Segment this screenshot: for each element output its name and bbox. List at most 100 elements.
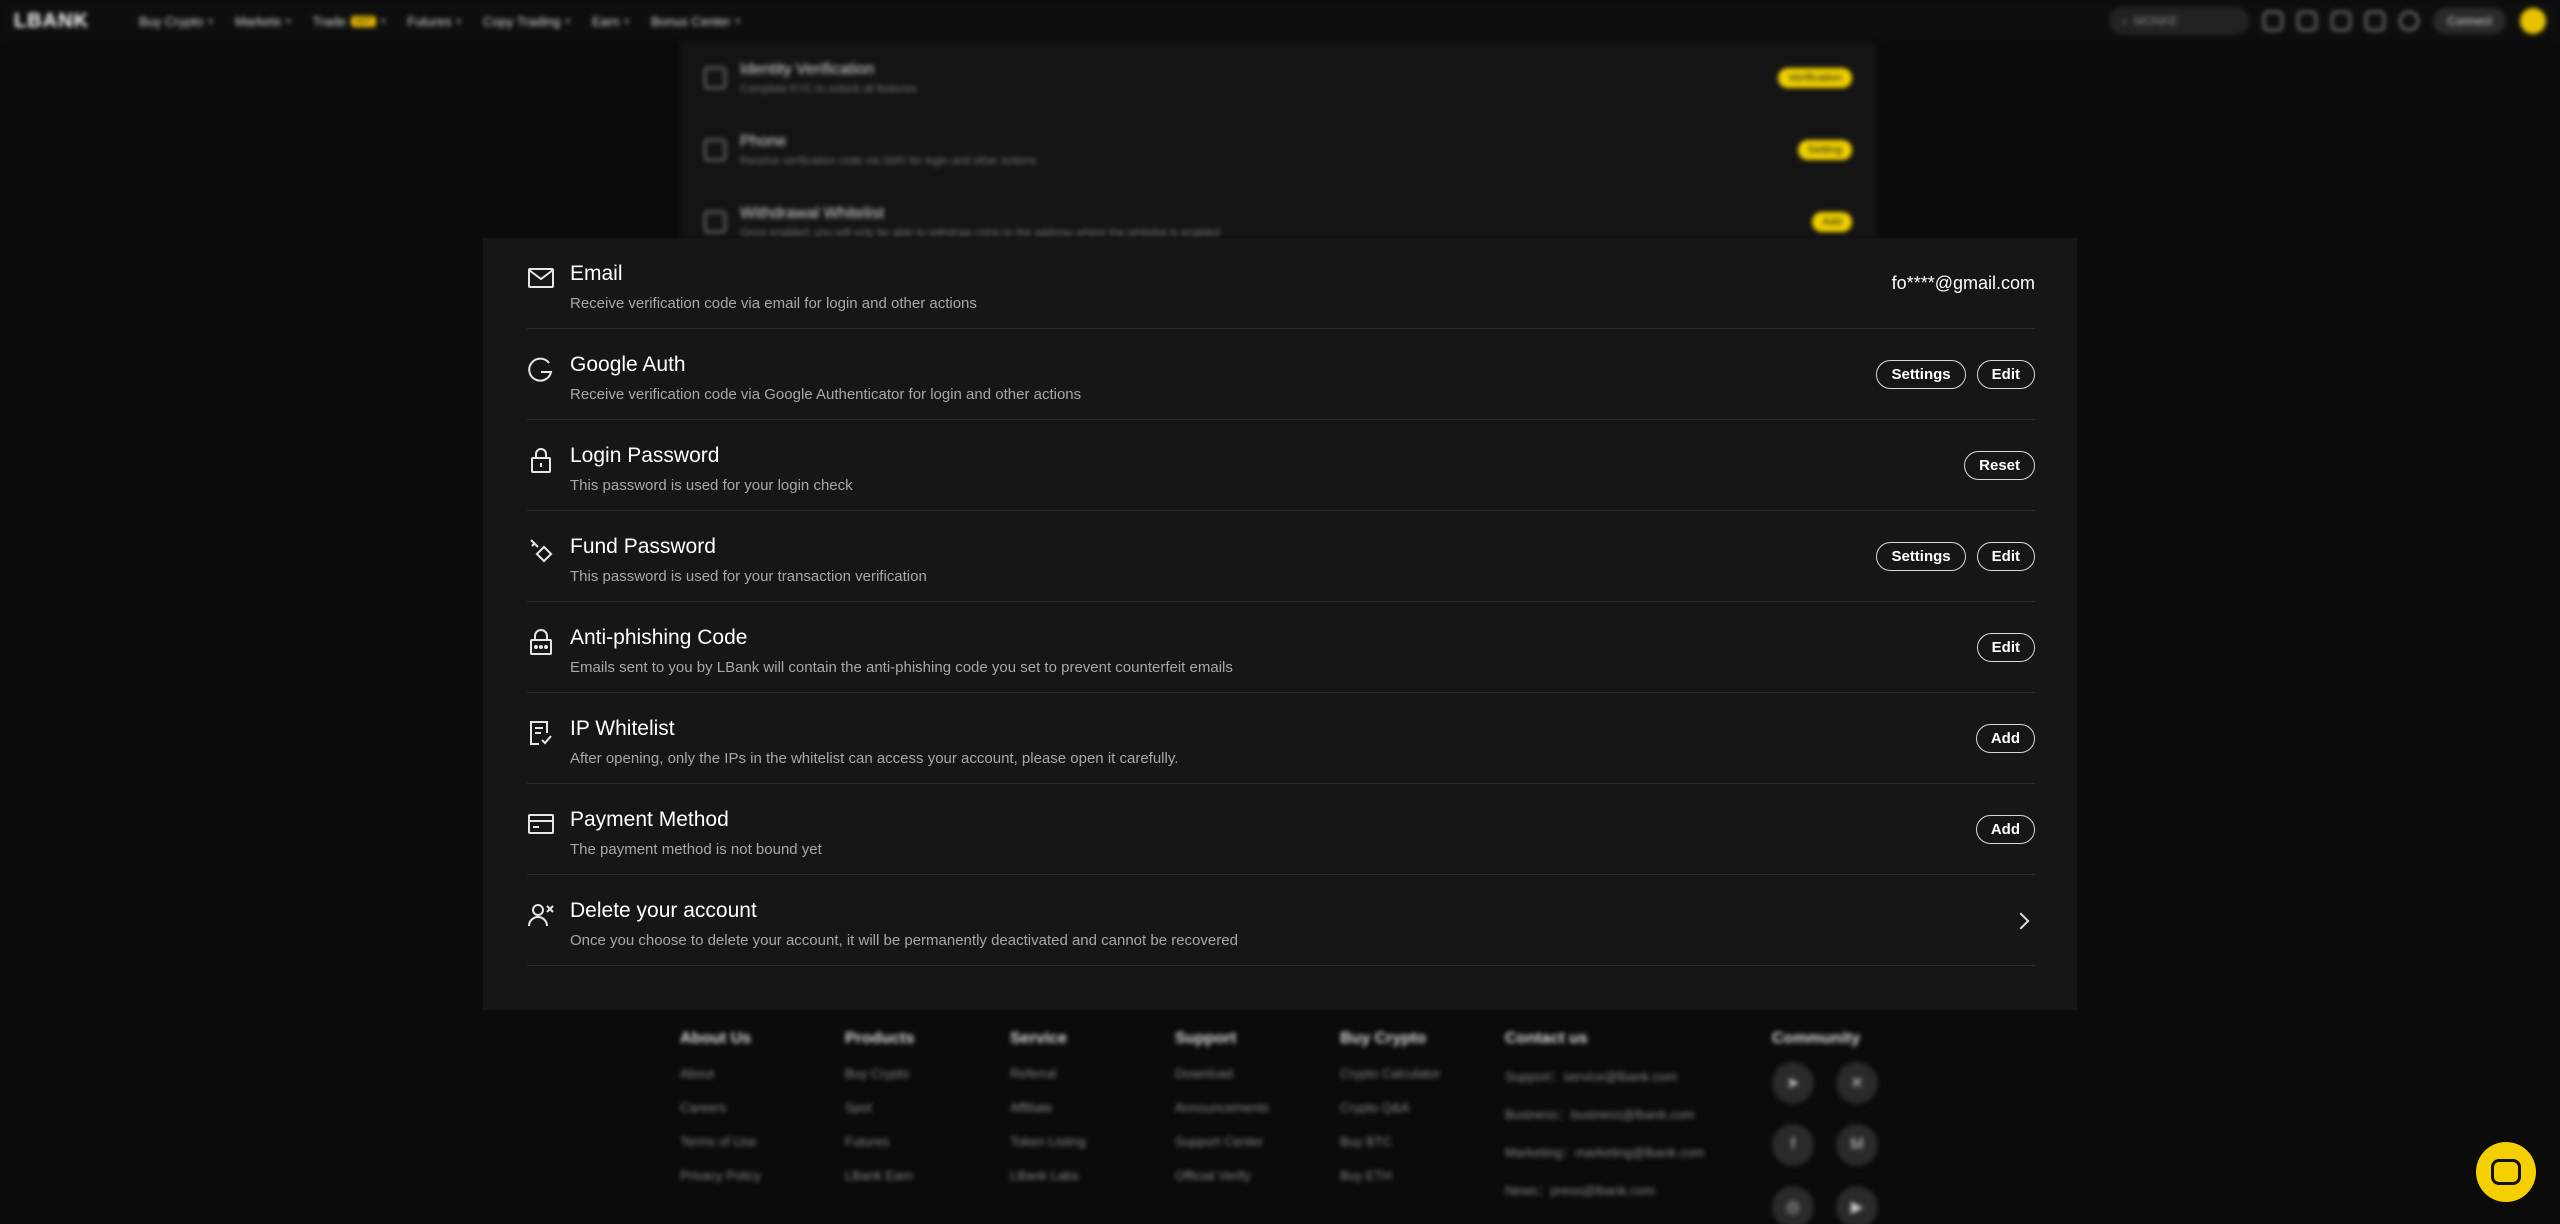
chevron-right-icon[interactable] — [2012, 912, 2030, 929]
search-icon: ⌕ — [2121, 13, 2129, 28]
telegram-icon[interactable]: ➤ — [1772, 1062, 1814, 1104]
row-description: Receive verification code via Google Aut… — [570, 386, 1082, 403]
verification-button[interactable]: Verification — [1778, 68, 1852, 88]
key-icon — [530, 539, 553, 563]
google-auth-settings-button[interactable]: Settings — [1876, 360, 1966, 389]
orders-icon[interactable] — [2365, 11, 2386, 31]
row-title: Anti-phishing Code — [570, 626, 748, 649]
footer-col-products: Products Buy Crypto Spot Futures LBank E… — [845, 1030, 915, 1183]
medium-icon[interactable]: M — [1836, 1124, 1878, 1166]
ip-whitelist-add-button[interactable]: Add — [1975, 724, 2035, 753]
chevron-down-icon: ▾ — [208, 15, 213, 26]
footer-col-service: Service Referral Affiliate Token Listing… — [1010, 1030, 1086, 1183]
identity-verification-row: Identity Verification Complete KYC to unl… — [704, 42, 1852, 114]
row-actions: Add — [1975, 784, 2035, 875]
row-description: The payment method is not bound yet — [570, 841, 822, 858]
login-password-reset-button[interactable]: Reset — [1964, 451, 2035, 480]
nav-right-tools: ⌕ MONKE Connect — [2109, 7, 2546, 35]
row-description: Emails sent to you by LBank will contain… — [570, 659, 1233, 676]
search-input[interactable]: ⌕ MONKE — [2109, 7, 2250, 35]
row-actions: Settings Edit — [1876, 511, 2035, 602]
anti-phishing-icon — [530, 629, 552, 655]
security-row-anti-phishing: Anti-phishing Code Emails sent to you by… — [527, 602, 2035, 693]
chat-icon — [2491, 1159, 2521, 1185]
identity-icon — [704, 67, 726, 89]
row-actions: Reset — [1964, 420, 2035, 511]
nav-earn[interactable]: Earn ▾ — [592, 14, 629, 29]
whitelist-icon — [704, 211, 726, 233]
phone-row: Phone Receive verification code via SMS f… — [704, 114, 1852, 186]
nav-buy-crypto[interactable]: Buy Crypto ▾ — [139, 14, 213, 29]
footer-col-about: About Us About Careers Terms of Use Priv… — [680, 1030, 761, 1183]
security-row-ip-whitelist: IP Whitelist After opening, only the IPs… — [527, 693, 2035, 784]
security-settings-panel: Email Receive verification code via emai… — [483, 238, 2077, 1010]
row-title: Delete your account — [570, 899, 757, 922]
row-description: Receive verification code via email for … — [570, 295, 977, 312]
row-description: This password is used for your login che… — [570, 477, 853, 494]
row-actions: fo****@gmail.com — [1892, 238, 2035, 329]
row-title: Email — [570, 262, 623, 285]
nav-trade[interactable]: Trade HOT ▾ — [313, 14, 386, 29]
nav-bonus-center[interactable]: Bonus Center ▾ — [651, 14, 740, 29]
instagram-icon[interactable]: ◎ — [1772, 1186, 1814, 1224]
phone-icon — [704, 139, 726, 161]
chat-support-button[interactable] — [2476, 1142, 2536, 1202]
avatar[interactable] — [2520, 8, 2546, 34]
hot-badge: HOT — [351, 15, 376, 27]
security-row-login-password: Login Password This password is used for… — [527, 420, 2035, 511]
nav-copy-trading[interactable]: Copy Trading ▾ — [483, 14, 570, 29]
download-icon[interactable] — [2263, 11, 2284, 31]
chevron-down-icon: ▾ — [456, 15, 462, 26]
lbank-logo[interactable]: LBANK — [14, 10, 89, 33]
row-title: Fund Password — [570, 535, 716, 558]
payment-method-add-button[interactable]: Add — [1975, 815, 2035, 844]
row-description: Once you choose to delete your account, … — [570, 932, 1238, 949]
row-actions: Edit — [1976, 602, 2035, 693]
nav-markets[interactable]: Markets ▾ — [235, 14, 291, 29]
row-actions — [2012, 875, 2035, 966]
background-security-card: Identity Verification Complete KYC to unl… — [680, 42, 1876, 239]
footer-community: Community ➤ ✕ f M ◎ ▶ — [1772, 1030, 1880, 1224]
row-actions: Settings Edit — [1876, 329, 2035, 420]
row-title: Payment Method — [570, 808, 729, 831]
lock-icon — [531, 448, 551, 473]
payment-card-icon — [528, 814, 554, 834]
security-row-email: Email Receive verification code via emai… — [527, 238, 2035, 329]
delete-user-icon — [528, 904, 554, 927]
notification-icon[interactable] — [2331, 11, 2352, 31]
google-auth-edit-button[interactable]: Edit — [1976, 360, 2035, 389]
nav-futures[interactable]: Futures ▾ — [408, 14, 462, 29]
fund-password-edit-button[interactable]: Edit — [1976, 542, 2035, 571]
chevron-down-icon: ▾ — [735, 15, 741, 26]
row-description: This password is used for your transacti… — [570, 568, 927, 585]
row-title: IP Whitelist — [570, 717, 675, 740]
connect-button[interactable]: Connect — [2433, 8, 2506, 34]
chevron-down-icon: ▾ — [286, 15, 291, 26]
footer-col-buy-crypto: Buy Crypto Crypto Calculator Crypto Q&A … — [1340, 1030, 1441, 1183]
ip-whitelist-icon — [530, 721, 552, 745]
chevron-down-icon: ▾ — [565, 15, 570, 26]
row-actions: Add — [1975, 693, 2035, 784]
wallet-icon[interactable] — [2297, 11, 2318, 31]
email-icon — [528, 268, 554, 288]
facebook-icon[interactable]: f — [1772, 1124, 1814, 1166]
youtube-icon[interactable]: ▶ — [1836, 1186, 1878, 1224]
top-navigation: LBANK Buy Crypto ▾ Markets ▾ Trade HOT ▾ Fut… — [0, 0, 2560, 42]
chevron-down-icon: ▾ — [624, 15, 629, 26]
google-auth-icon — [528, 357, 553, 382]
row-description: After opening, only the IPs in the white… — [570, 750, 1179, 767]
fund-password-settings-button[interactable]: Settings — [1876, 542, 1966, 571]
anti-phishing-edit-button[interactable]: Edit — [1976, 633, 2035, 662]
phone-setting-button[interactable]: Setting — [1797, 140, 1852, 160]
footer-col-support: Support Download Announcements Support C… — [1175, 1030, 1269, 1183]
x-twitter-icon[interactable]: ✕ — [1836, 1062, 1878, 1104]
security-row-delete-account[interactable]: Delete your account Once you choose to d… — [527, 875, 2035, 966]
globe-icon[interactable] — [2399, 11, 2420, 31]
whitelist-add-button[interactable]: Add — [1812, 212, 1852, 232]
chevron-down-icon: ▾ — [380, 15, 386, 26]
security-row-payment-method: Payment Method The payment method is not… — [527, 784, 2035, 875]
email-value: fo****@gmail.com — [1891, 273, 2035, 293]
row-title: Google Auth — [570, 353, 686, 376]
security-row-google-auth: Google Auth Receive verification code vi… — [527, 329, 2035, 420]
footer-col-contact: Contact us Support：service@lbank.com Bus… — [1505, 1030, 1705, 1198]
